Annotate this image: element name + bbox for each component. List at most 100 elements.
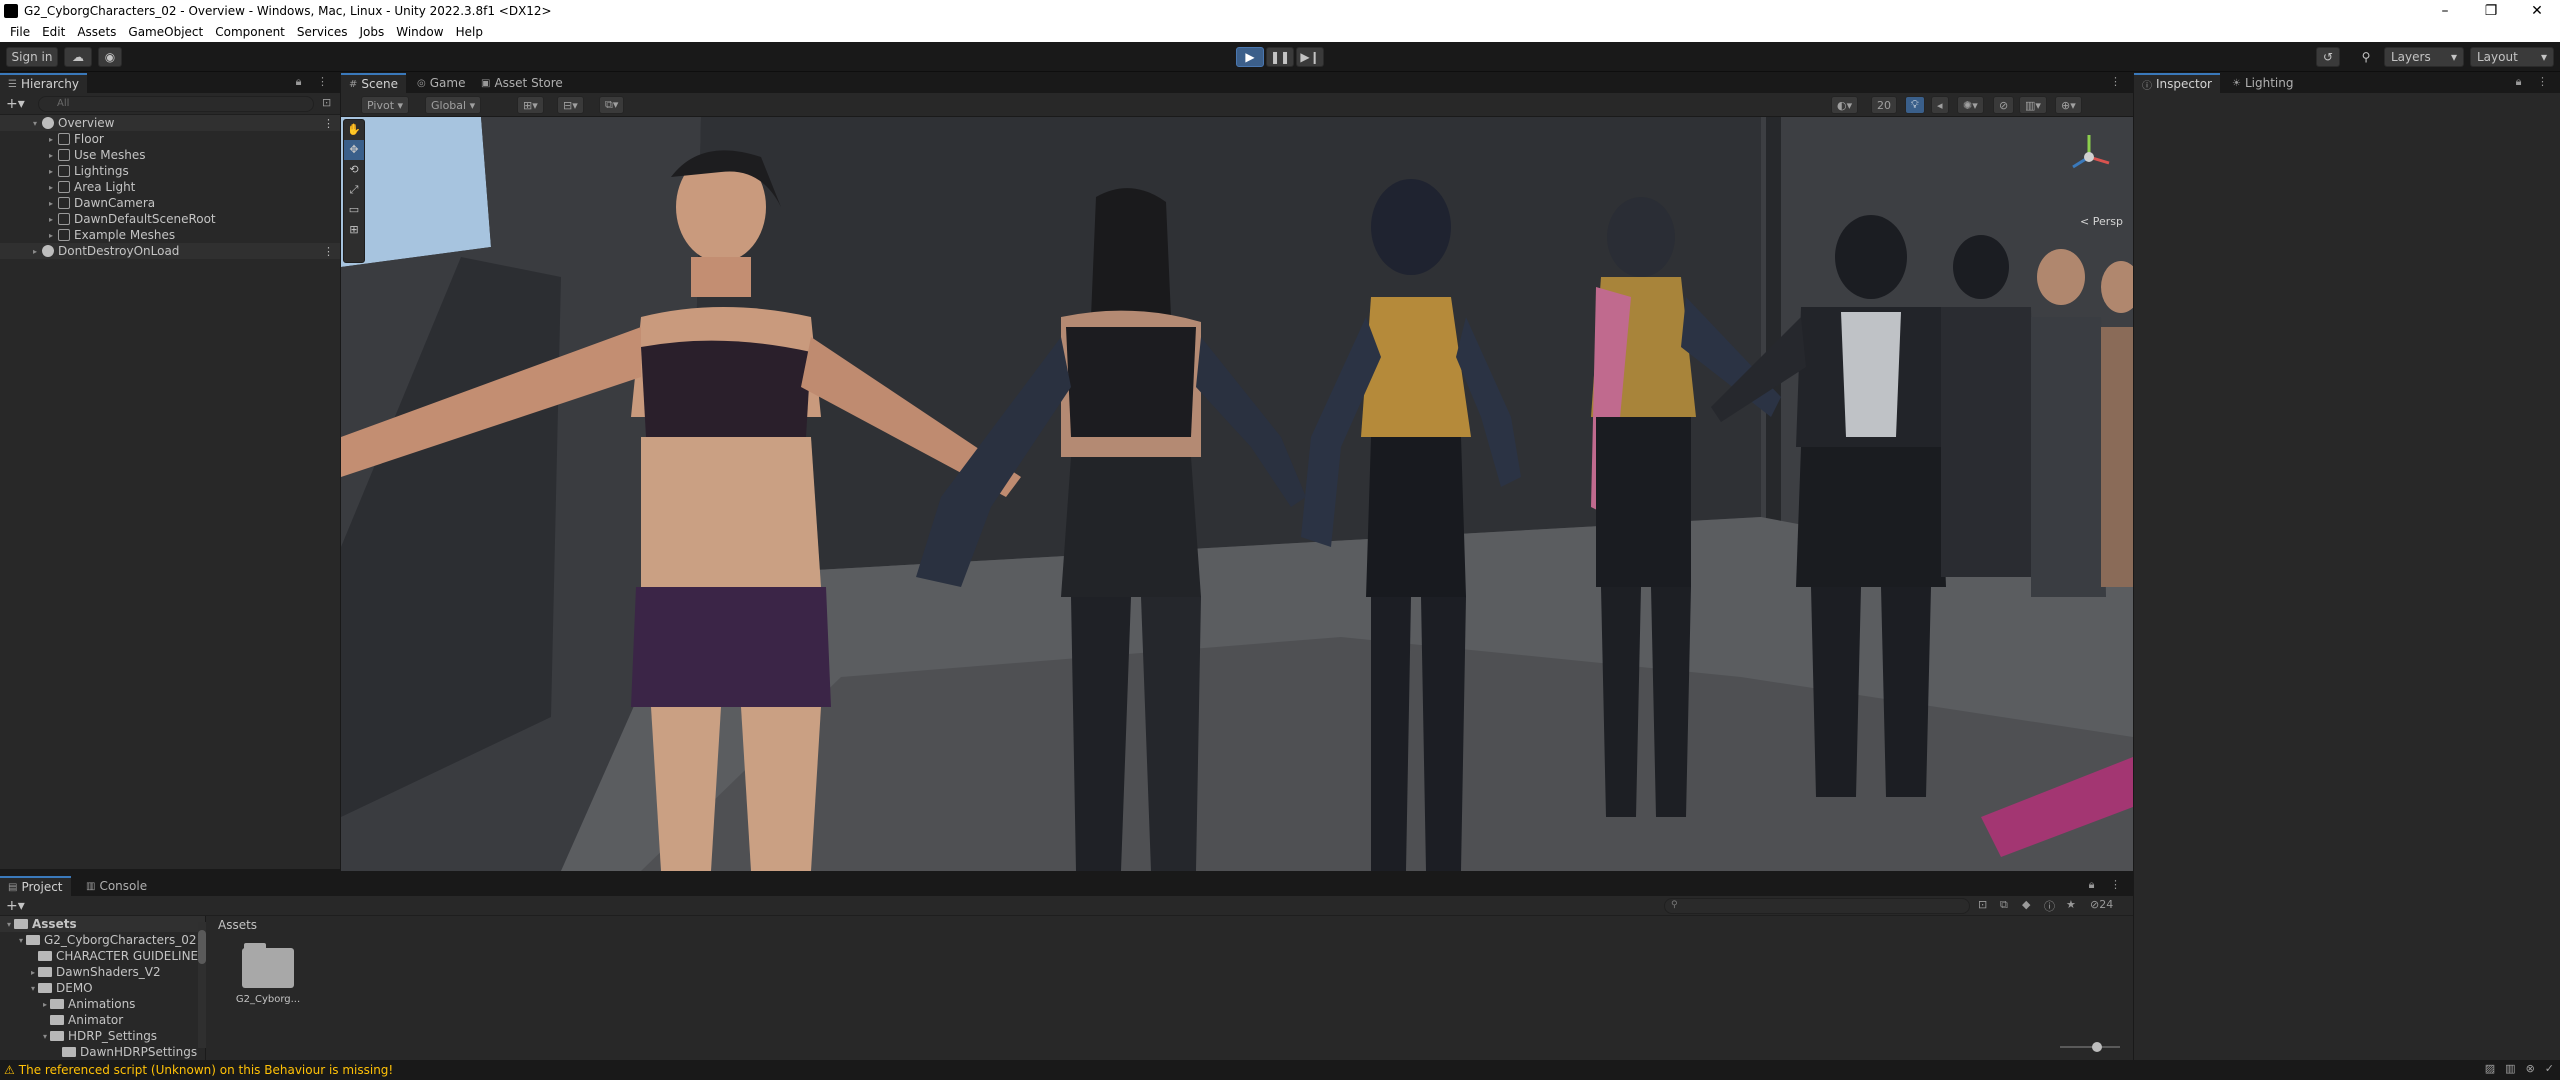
expand-arrow-icon[interactable]: ▾ [4,920,14,929]
filter-icon[interactable]: ⊡ [322,96,331,109]
hierarchy-search-input[interactable]: All [38,96,314,112]
minimize-button[interactable]: – [2422,0,2468,22]
project-search-input[interactable]: ⚲ [1664,898,1970,914]
panel-menu-icon[interactable]: 🔒︎ ⋮ [2089,878,2127,892]
collab-icon[interactable]: ◉ [98,47,122,67]
expand-arrow-icon[interactable]: ▾ [16,936,26,945]
hierarchy-item[interactable]: ▸ Example Meshes [0,227,340,243]
rect-tool-icon[interactable]: ▭ [344,200,364,220]
folder-tree-scrollbar[interactable] [198,922,206,1048]
render-mode-icon[interactable]: ⧉▾ [599,96,625,114]
folder-tree-item[interactable]: ▾ Assets [0,916,205,932]
tab-hierarchy[interactable]: ☰ Hierarchy [0,73,87,93]
tab-scene[interactable]: # Scene [341,73,406,93]
layers-dropdown[interactable]: Layers ▾ [2384,47,2464,67]
cloud-icon[interactable]: ☁ [64,47,92,67]
expand-arrow-icon[interactable]: ▸ [46,167,56,176]
scene-viewport[interactable]: ✋ ✥ ⟲ ⤢ ▭ ⊞ < Persp [341,117,2133,871]
add-object-icon[interactable]: +▾ [6,96,25,112]
gizmos-icon[interactable]: ⊕▾ [2055,96,2082,114]
tab-console[interactable]: ▥ Console [78,876,155,896]
hidden-objects-icon[interactable]: ⊘ [1993,96,2015,114]
search-icon[interactable]: ⚲ [2354,47,2378,67]
favorite-icon[interactable]: ★ [2066,898,2076,911]
menu-jobs[interactable]: Jobs [354,25,391,39]
breadcrumb[interactable]: Assets [218,918,257,932]
menu-window[interactable]: Window [390,25,449,39]
expand-arrow-icon[interactable]: ▸ [46,215,56,224]
folder-tree-item[interactable]: Animator [0,1012,205,1028]
expand-arrow-icon[interactable]: ▾ [28,984,38,993]
status-message[interactable]: The referenced script (Unknown) on this … [19,1063,393,1077]
folder-tree-item[interactable]: ▾ DEMO [0,980,205,996]
info-icon[interactable]: ⓘ [2044,898,2055,914]
expand-arrow-icon[interactable]: ▾ [40,1032,50,1041]
menu-services[interactable]: Services [291,25,354,39]
expand-arrow-icon[interactable]: ▸ [46,183,56,192]
hierarchy-item[interactable]: ▸ DawnDefaultSceneRoot [0,211,340,227]
cache-icon[interactable]: ▥ [2505,1062,2515,1075]
audio-toggle-icon[interactable]: ◂ [1931,96,1949,114]
expand-arrow-icon[interactable]: ▾ [30,119,40,128]
menu-gameobject[interactable]: GameObject [122,25,209,39]
tab-project[interactable]: ▤ Project [0,876,71,896]
menu-assets[interactable]: Assets [71,25,122,39]
debug-icon[interactable]: ⊗ [2526,1062,2535,1075]
tab-game[interactable]: ◎ Game [409,73,473,93]
rotate-tool-icon[interactable]: ⟲ [344,160,364,180]
scale-value[interactable]: 20 [1871,96,1897,114]
folder-tree-item[interactable]: CHARACTER GUIDELINE [0,948,205,964]
transform-tool-icon[interactable]: ⊞ [344,220,364,240]
create-asset-icon[interactable]: +▾ [6,898,25,914]
hierarchy-item[interactable]: ▸ Area Light [0,179,340,195]
pause-button[interactable]: ❚❚ [1266,47,1294,67]
scene-camera-icon[interactable]: ▥▾ [2019,96,2047,114]
search-by-type-icon[interactable]: ⊡ [1978,898,1987,911]
increment-snap-icon[interactable]: ⊟▾ [557,96,584,114]
hierarchy-item[interactable]: ▸ DawnCamera [0,195,340,211]
expand-arrow-icon[interactable]: ▸ [40,1000,50,1009]
hand-tool-icon[interactable]: ✋ [344,120,364,140]
tag-icon[interactable]: ◆ [2022,898,2030,911]
expand-arrow-icon[interactable]: ▸ [46,135,56,144]
folder-tree-item[interactable]: ▾ HDRP_Settings [0,1028,205,1044]
asset-folder-item[interactable]: G2_Cyborg... [232,943,304,1005]
expand-arrow-icon[interactable]: ▸ [30,247,40,256]
shading-mode-icon[interactable]: ◐▾ [1831,96,1859,114]
pivot-toggle[interactable]: Pivot ▾ [361,96,410,114]
hierarchy-item[interactable]: ▸ Use Meshes [0,147,340,163]
orientation-gizmo[interactable] [2059,127,2119,187]
tab-asset-store[interactable]: ▣ Asset Store [473,73,571,93]
play-button[interactable]: ▶ [1236,47,1264,67]
effects-toggle-icon[interactable]: ✺▾ [1957,96,1984,114]
menu-edit[interactable]: Edit [36,25,71,39]
expand-arrow-icon[interactable]: ▸ [46,199,56,208]
scale-tool-icon[interactable]: ⤢ [344,180,364,200]
move-tool-icon[interactable]: ✥ [344,140,364,160]
menu-help[interactable]: Help [450,25,489,39]
hierarchy-item[interactable]: ▸ Floor [0,131,340,147]
panel-menu-icon[interactable]: ⋮ [2110,75,2127,88]
grid-snap-icon[interactable]: ⊞▾ [517,96,544,114]
folder-tree-item[interactable]: ▸ DawnShaders_V2 [0,964,205,980]
close-button[interactable]: ✕ [2514,0,2560,22]
menu-file[interactable]: File [4,25,36,39]
folder-tree-item[interactable]: ▸ Animations [0,996,205,1012]
icon-size-slider[interactable] [2060,1046,2120,1048]
maximize-button[interactable]: ❐ [2468,0,2514,22]
lighting-toggle-icon[interactable]: 💡︎ [1905,96,1925,114]
search-by-label-icon[interactable]: ⧉ [2000,898,2008,912]
folder-tree-item[interactable]: DawnHDRPSettings [0,1044,205,1060]
icon-size-slider-knob[interactable] [2092,1042,2102,1052]
global-toggle[interactable]: Global ▾ [425,96,482,114]
panel-menu-icon[interactable]: 🔒︎ ⋮ [2516,75,2554,89]
hierarchy-item[interactable]: ▸ Lightings [0,163,340,179]
tab-lighting[interactable]: ☀ Lighting [2224,73,2301,93]
camera-mode-label[interactable]: < Persp [2080,215,2123,228]
expand-arrow-icon[interactable]: ▸ [28,968,38,977]
hierarchy-scene-row[interactable]: ▸ DontDestroyOnLoad ⋮ [0,243,340,259]
menu-component[interactable]: Component [209,25,291,39]
folder-tree-item[interactable]: ▾ G2_CyborgCharacters_02 [0,932,205,948]
hidden-packages-icon[interactable]: ⊘24 [2090,898,2113,911]
step-button[interactable]: ▶❙ [1296,47,1324,67]
